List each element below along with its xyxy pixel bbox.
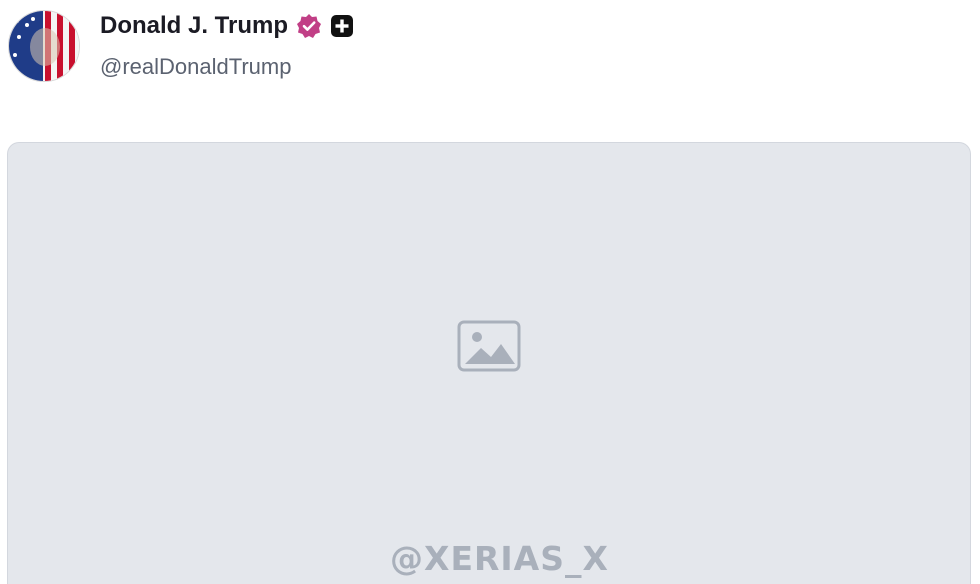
flag-portrait-avatar-icon — [9, 11, 79, 81]
media-watermark: @XERIAS_X — [390, 539, 609, 578]
author-identity: Donald J. Trump @realDonaldTrump — [100, 12, 354, 80]
image-icon — [457, 320, 521, 372]
post-card: Donald J. Trump @realDonaldTrump @XERIAS… — [0, 0, 980, 584]
plus-square-icon[interactable] — [330, 14, 354, 38]
author-display-name[interactable]: Donald J. Trump — [100, 12, 288, 40]
avatar[interactable] — [8, 10, 80, 82]
author-handle[interactable]: @realDonaldTrump — [100, 54, 354, 80]
post-header: Donald J. Trump @realDonaldTrump — [8, 10, 354, 82]
name-row: Donald J. Trump — [100, 12, 354, 40]
verified-badge-icon — [296, 13, 322, 39]
post-media[interactable]: @XERIAS_X — [7, 142, 971, 584]
